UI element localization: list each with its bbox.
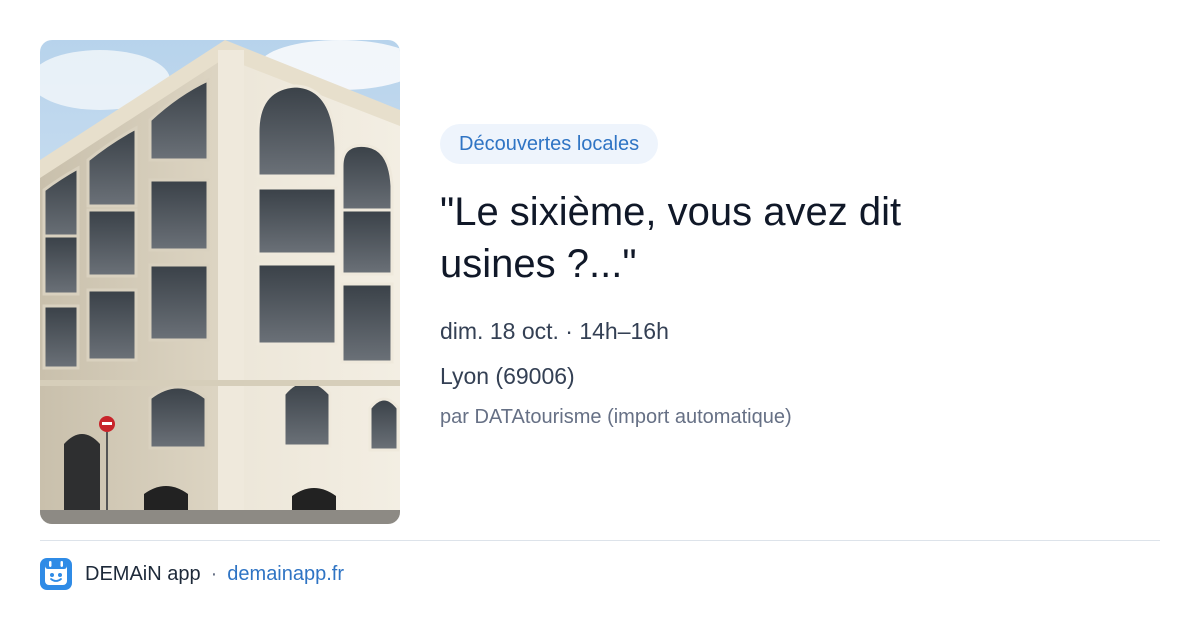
demain-app-logo-icon <box>40 558 72 590</box>
event-title: "Le sixième, vous avez dit usines ?..." <box>440 190 902 286</box>
event-date: dim. 18 oct. · 14h–16h <box>440 318 669 344</box>
app-name: DEMAiN app <box>85 562 201 585</box>
footer-divider <box>40 540 1160 541</box>
footer: DEMAiN app · demainapp.fr <box>40 558 344 590</box>
footer-separator: · <box>210 562 218 585</box>
event-card[interactable]: Découvertes locales "Le sixième, vous av… <box>0 0 1200 630</box>
app-website-link[interactable]: demainapp.fr <box>227 563 344 586</box>
event-location: Lyon (69006) <box>440 363 575 389</box>
event-details: Découvertes locales "Le sixième, vous av… <box>440 124 1160 431</box>
event-photo <box>40 40 400 524</box>
event-source: par DATAtourisme (import automatique) <box>440 406 792 428</box>
category-badge: Découvertes locales <box>440 124 659 164</box>
